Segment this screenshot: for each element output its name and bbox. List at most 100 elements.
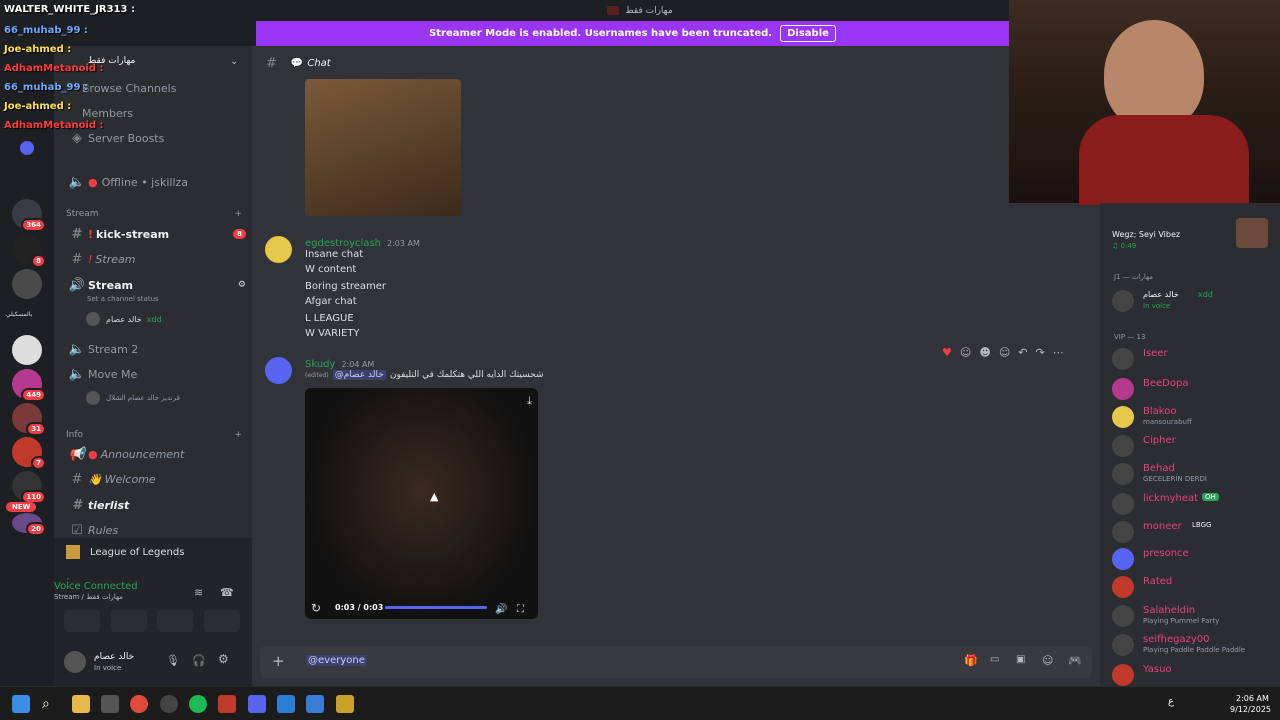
member-item[interactable]: Yasuo [1112,661,1272,689]
message-composer[interactable]: + @everyone 🎁 ▭ ▣ ☺ 🎮 [260,646,1092,678]
add-channel-icon[interactable]: + [234,209,242,219]
channel-tierlist[interactable]: # tierlist [66,494,246,516]
member-item[interactable]: خالد عصام xdd In voice [1112,287,1272,315]
store-icon[interactable] [101,695,119,713]
server-icon[interactable]: 7 [12,437,46,470]
app-icon[interactable] [277,695,295,713]
gif-icon[interactable]: ▭ [990,654,999,665]
channel-welcome[interactable]: # 👋 Welcome [66,468,246,490]
avatar[interactable] [265,236,292,263]
avatar[interactable] [265,357,292,384]
channel-move-me[interactable]: 🔈 Move Me [66,363,246,385]
disable-streamer-mode-button[interactable]: Disable [780,25,836,42]
server-icon[interactable] [12,335,42,365]
server-icon[interactable]: 364 [12,199,46,232]
noise-suppression-icon[interactable]: ≋ [194,586,203,599]
channel-stream-voice[interactable]: 🔊 Stream ⚙ [66,274,246,296]
channel-announcement[interactable]: 📢 ● Announcement [66,443,246,465]
discord-icon[interactable] [248,695,266,713]
message-author[interactable]: Skudy [305,359,335,370]
sticker-icon[interactable]: ▣ [1016,654,1025,665]
server-icon[interactable]: 20 [12,513,46,536]
apps-icon[interactable]: 🎮 [1068,654,1082,667]
member-item[interactable]: Iseer [1112,345,1272,373]
direct-messages-icon[interactable] [20,141,34,155]
soundboard-icon[interactable] [203,610,240,632]
heart-icon[interactable]: ♥ [942,346,952,359]
server-icon[interactable]: 8 [12,235,46,268]
message-author[interactable]: egdestroyclash [305,238,381,249]
voice-location[interactable]: Stream / مهارات فقط [42,593,123,601]
download-icon[interactable]: ⤓ [527,394,532,408]
chevron-down-icon[interactable]: ⌄ [230,56,238,67]
video-progress-track[interactable] [385,606,487,609]
replay-icon[interactable]: ↻ [311,601,321,615]
avatar[interactable] [64,651,86,673]
member-item[interactable]: BeeDopa [1112,375,1272,403]
gear-icon[interactable]: ⚙ [218,652,229,666]
member-item[interactable]: Cipher [1112,432,1272,460]
app-icon[interactable] [218,695,236,713]
clock-time[interactable]: 2:06 AM [1236,694,1269,703]
server-icon[interactable]: 110 [12,471,46,504]
clock-date[interactable]: 9/12/2025 [1230,705,1271,714]
chrome-icon[interactable] [130,695,148,713]
windows-start-icon[interactable] [12,695,30,713]
server-icon[interactable] [12,269,42,299]
member-item[interactable]: presonce [1112,545,1272,573]
message-input[interactable]: @everyone [306,655,367,666]
github-icon[interactable] [160,695,178,713]
add-channel-icon[interactable]: + [234,430,242,440]
spotify-icon[interactable] [189,695,207,713]
activity-panel[interactable]: League of Legends [54,538,252,566]
forward-icon[interactable]: ↷ [1036,346,1045,359]
category-info[interactable]: Info + [66,430,242,440]
channel-kick-stream[interactable]: #! kick-stream 8 [66,223,246,245]
now-playing[interactable]: Wegz; Seyi Vibez [1112,230,1180,239]
member-item[interactable]: Salaheldin Playing Pummel Party [1112,602,1272,630]
channel-stream-text[interactable]: #! Stream [66,248,246,270]
member-item[interactable]: lickmyheat OH [1112,490,1272,518]
video-player[interactable]: ⤓ ↻ 0:03 / 0:03 🔊 ⛶ [305,388,538,619]
channel-stream-2[interactable]: 🔈 Stream 2 [66,338,246,360]
fullscreen-icon[interactable]: ⛶ [517,604,524,615]
headphones-icon[interactable]: 🎧 [192,654,206,667]
browse-channels-item[interactable]: Browse Channels [82,77,262,99]
app-icon[interactable] [336,695,354,713]
add-reaction-icon[interactable]: ☺ [999,346,1010,359]
voice-user[interactable]: قرندیز خالد عصام الشلال [86,391,180,405]
mention[interactable]: @خالد عصام [332,370,386,380]
members-item[interactable]: Members [82,102,262,124]
set-channel-status[interactable]: Set a channel status [87,295,159,303]
member-item[interactable]: moneer LBGG [1112,518,1272,546]
more-icon[interactable]: ⋯ [1053,346,1064,359]
language-indicator[interactable]: ع [1168,696,1174,707]
album-art[interactable] [1236,218,1268,248]
channel-offline[interactable]: 🔈 ● Offline • jskillza [66,171,246,193]
category-stream[interactable]: Stream + [66,209,242,219]
reply-icon[interactable]: ↶ [1018,346,1027,359]
voice-user[interactable]: خالد عصام xdd [86,312,162,326]
microphone-icon[interactable]: 🎙 [166,654,180,667]
server-icon[interactable]: 449 [12,369,46,402]
volume-icon[interactable]: 🔊 [495,604,507,615]
emoji-icon[interactable]: ☺ [960,346,971,359]
activity-icon[interactable] [157,610,194,632]
file-explorer-icon[interactable] [72,695,90,713]
gift-icon[interactable]: 🎁 [964,654,978,667]
camera-off-icon[interactable] [64,610,100,632]
member-item[interactable]: Blakoo mansourabuff [1112,403,1272,431]
channel-settings-icon[interactable]: ⚙ [238,280,246,290]
emoji-icon[interactable]: ☺ [1042,654,1053,667]
laugh-icon[interactable]: ☻ [979,346,990,359]
add-attachment-icon[interactable]: + [272,652,285,670]
disconnect-icon[interactable]: ☎ [220,586,234,599]
vscode-icon[interactable] [306,695,324,713]
member-item[interactable]: seifhegazy00 Playing Paddle Paddle Paddle [1112,631,1272,659]
screen-share-icon[interactable] [110,610,147,632]
member-item[interactable]: Behad GECELERİN DERDİ [1112,460,1272,488]
attached-image[interactable] [305,79,461,216]
search-icon[interactable]: ⌕ [42,695,60,713]
server-icon[interactable]: 31 [12,403,46,436]
member-item[interactable]: Rated [1112,573,1272,601]
